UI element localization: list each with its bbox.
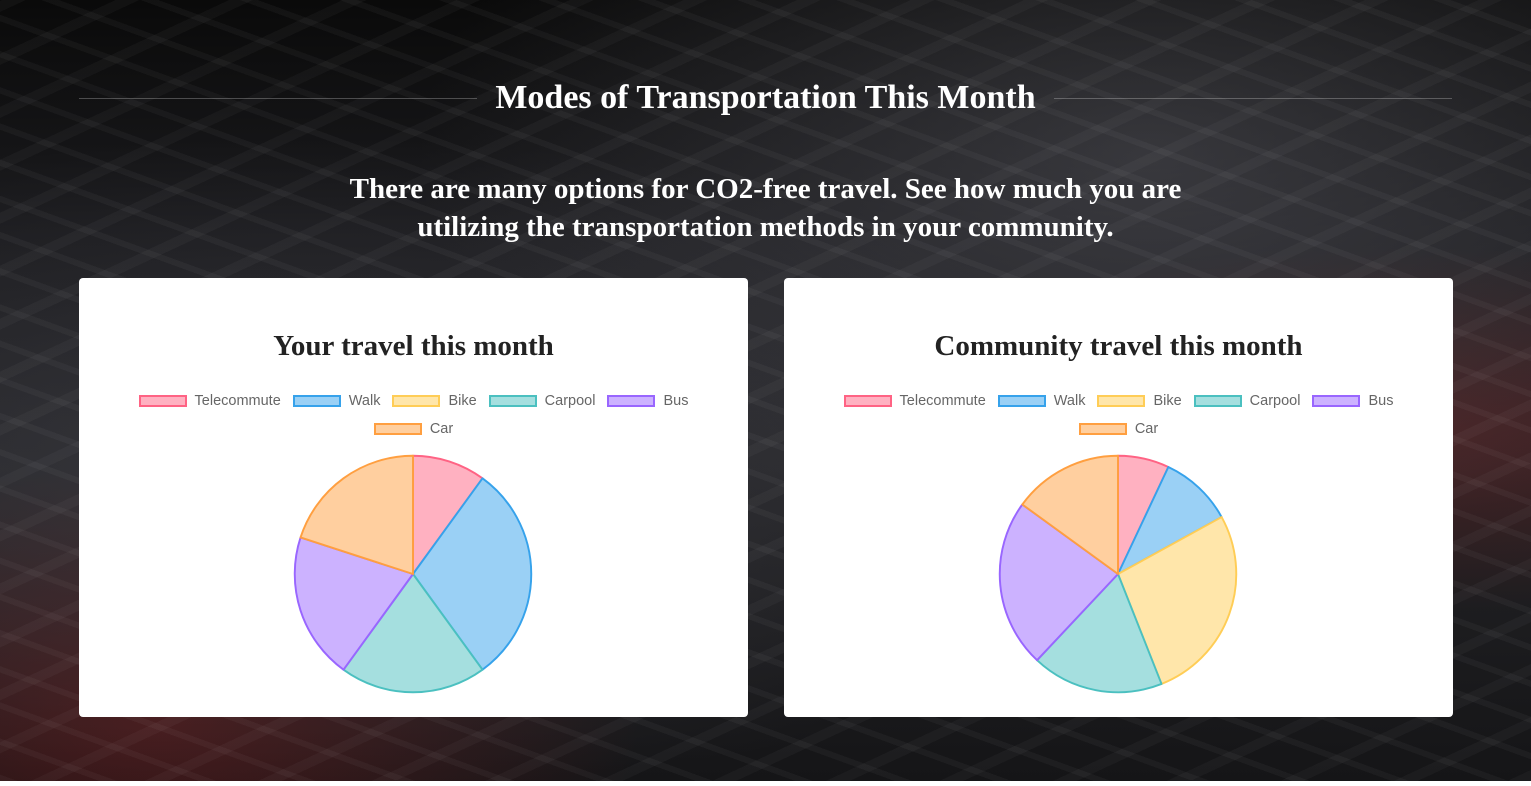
legend-swatch: [997, 395, 1046, 407]
legend-item-carpool[interactable]: Carpool: [1193, 391, 1301, 411]
legend-label: Telecommute: [194, 393, 281, 409]
legend-item-bike[interactable]: Bike: [1097, 391, 1182, 411]
legend-label: Telecommute: [899, 393, 986, 409]
legend-item-car[interactable]: Car: [373, 419, 454, 439]
legend-item-bus[interactable]: Bus: [607, 391, 688, 411]
legend-item-walk[interactable]: Walk: [997, 391, 1086, 411]
legend-label: Bus: [663, 393, 689, 409]
legend-label: Walk: [348, 393, 381, 409]
legend-item-telecommute[interactable]: Telecommute: [138, 391, 281, 411]
legend-swatch: [1097, 395, 1146, 407]
legend-swatch: [392, 395, 441, 407]
legend-item-walk[interactable]: Walk: [292, 391, 381, 411]
pie-chart: [293, 454, 533, 694]
page-header: Modes of Transportation This Month: [79, 78, 1452, 118]
legend-item-carpool[interactable]: Carpool: [488, 391, 596, 411]
legend-swatch: [1078, 423, 1127, 435]
legend-swatch: [373, 423, 422, 435]
legend-label: Bike: [448, 393, 477, 409]
legend-item-car[interactable]: Car: [1078, 419, 1159, 439]
legend-label: Walk: [1053, 393, 1086, 409]
legend-swatch: [138, 395, 187, 407]
chart-legend: Telecommute Walk Bike Carpool Bus Car: [119, 391, 708, 439]
legend-swatch: [607, 395, 656, 407]
legend-label: Bike: [1153, 393, 1182, 409]
legend-swatch: [292, 395, 341, 407]
header-rule-right: [1053, 97, 1452, 99]
legend-swatch: [488, 395, 537, 407]
legend-swatch: [1193, 395, 1242, 407]
legend-label: Car: [429, 421, 454, 437]
legend-item-bus[interactable]: Bus: [1312, 391, 1393, 411]
legend-label: Carpool: [1249, 393, 1301, 409]
legend-label: Bus: [1368, 393, 1394, 409]
page-title: Modes of Transportation This Month: [495, 79, 1036, 116]
community-travel-card: Community travel this month Telecommute W…: [784, 278, 1453, 717]
chart-legend: Telecommute Walk Bike Carpool Bus Car: [824, 391, 1413, 439]
page-subtitle: There are many options for CO2-free trav…: [349, 173, 1182, 243]
legend-item-telecommute[interactable]: Telecommute: [843, 391, 986, 411]
header-rule-left: [79, 97, 478, 99]
chart-title: Community travel this month: [934, 330, 1303, 362]
legend-swatch: [1312, 395, 1361, 407]
legend-swatch: [843, 395, 892, 407]
legend-item-bike[interactable]: Bike: [392, 391, 477, 411]
pie-chart: [998, 454, 1238, 694]
legend-label: Carpool: [544, 393, 596, 409]
hero-section: Modes of Transportation This Month There…: [0, 0, 1531, 781]
your-travel-card: Your travel this month Telecommute Walk Bi…: [79, 278, 748, 717]
legend-label: Car: [1134, 421, 1159, 437]
chart-title: Your travel this month: [273, 330, 554, 362]
